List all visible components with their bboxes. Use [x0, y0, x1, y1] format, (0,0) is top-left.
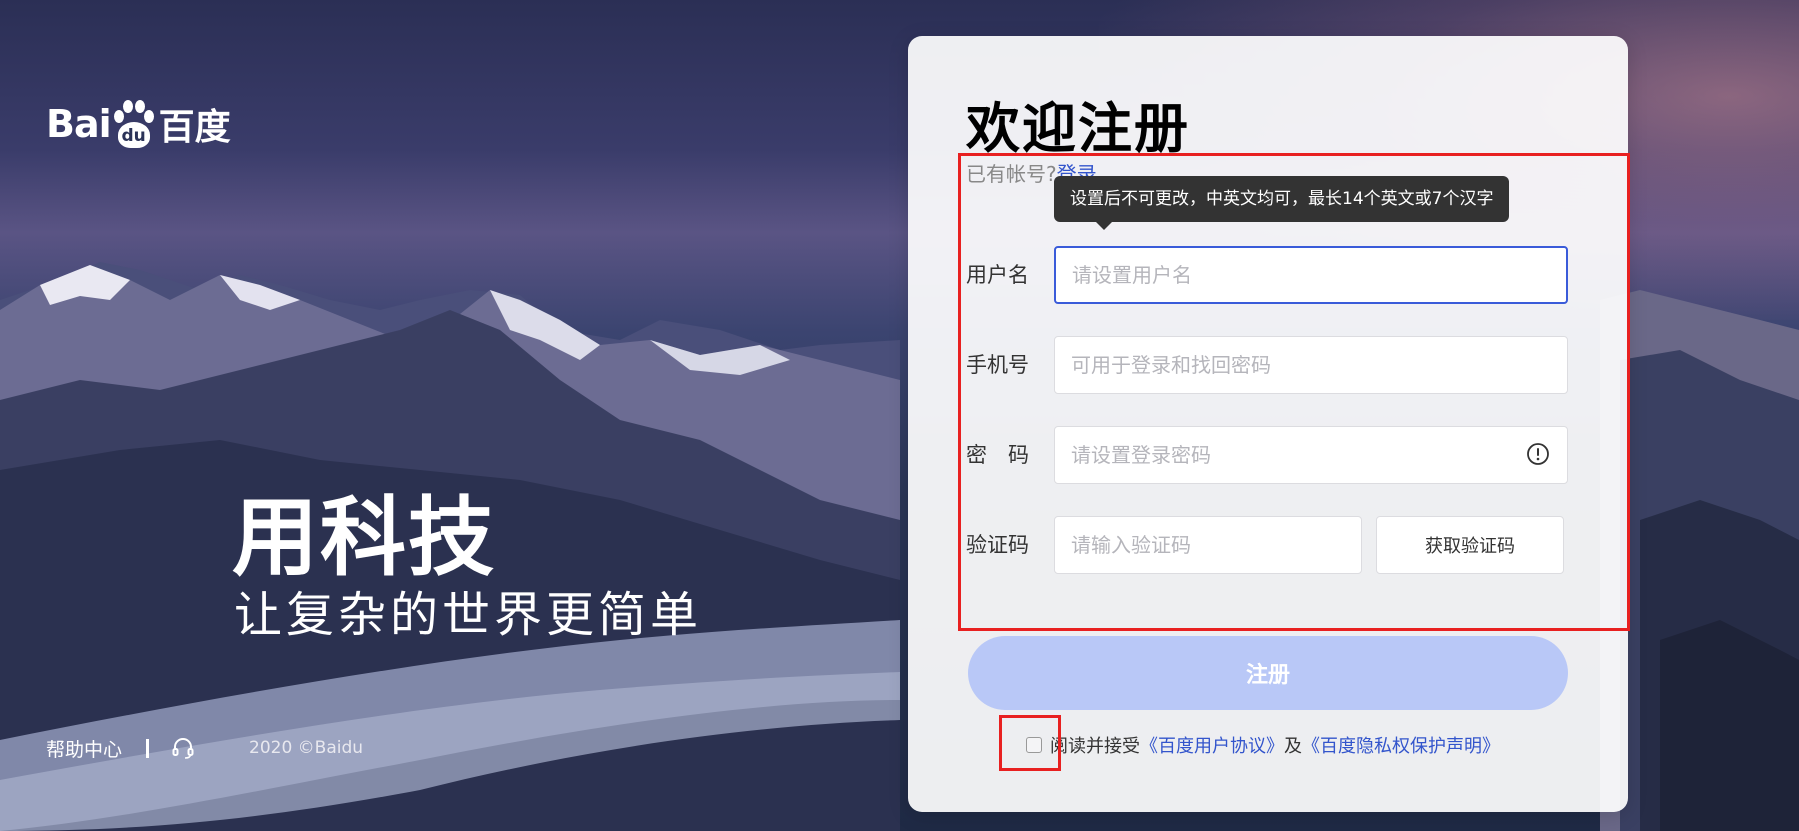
agreement-row: 阅读并接受 《百度用户协议》 及 《百度隐私权保护声明》 [1026, 732, 1500, 758]
baidu-logo[interactable]: Bai du 百度 [46, 92, 231, 156]
footer-divider [146, 738, 150, 758]
register-button[interactable]: 注册 [968, 636, 1568, 710]
logo-paw-text: du [117, 122, 150, 148]
slogan-main: 用科技 [232, 488, 496, 588]
copyright-text: 2020 ©Baidu [249, 738, 364, 758]
form-highlight-box [958, 153, 1630, 631]
footer: 帮助中心 2020 ©Baidu [46, 734, 363, 762]
logo-latin-text: Bai [46, 102, 112, 146]
paw-icon: du [112, 96, 156, 152]
page-title: 欢迎注册 [966, 97, 1190, 160]
logo-chinese-text: 百度 [158, 107, 231, 148]
agreement-conjunction: 及 [1284, 736, 1302, 757]
agreement-prefix: 阅读并接受 [1050, 736, 1140, 757]
headset-icon[interactable] [171, 736, 195, 760]
slogan-sub: 让复杂的世界更简单 [234, 587, 703, 643]
user-agreement-link[interactable]: 《百度用户协议》 [1140, 732, 1284, 758]
checkbox-highlight-box [999, 715, 1061, 771]
privacy-statement-link[interactable]: 《百度隐私权保护声明》 [1302, 732, 1500, 758]
help-center-link[interactable]: 帮助中心 [46, 735, 122, 762]
